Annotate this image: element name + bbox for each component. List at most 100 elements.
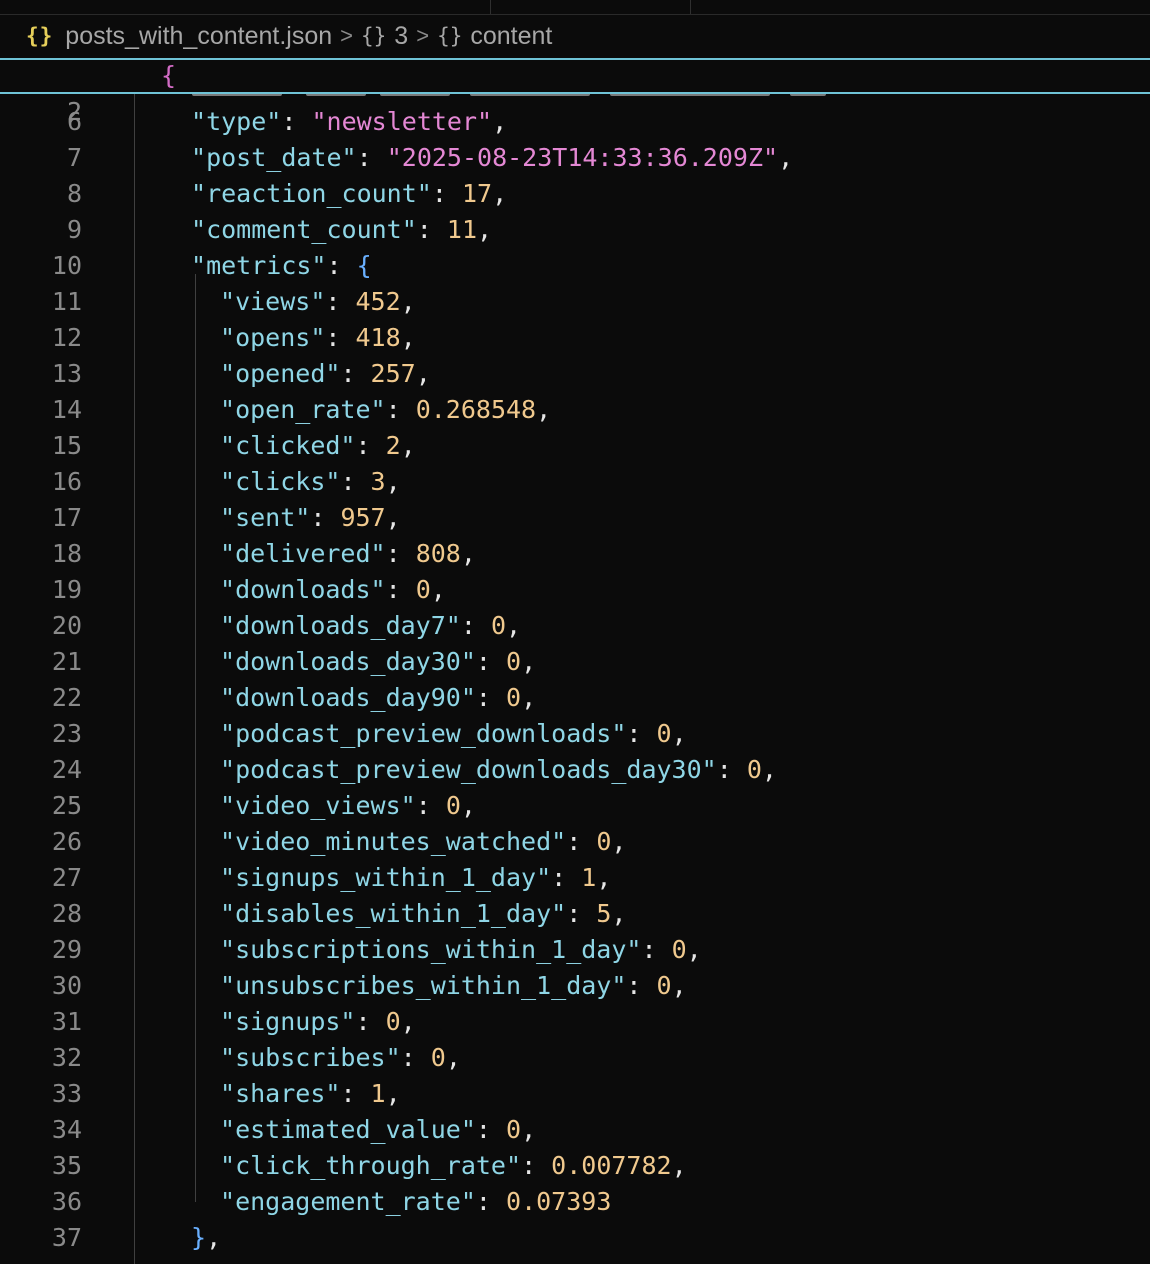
- quote: ": [191, 143, 207, 172]
- json-key: podcast_preview_downloads: [235, 719, 612, 748]
- code-line: 18 "delivered": 808,: [0, 536, 1150, 572]
- code-line: 14 "open_rate": 0.268548,: [0, 392, 1150, 428]
- quote: ": [220, 791, 236, 820]
- sticky-scroll-line[interactable]: 2 {: [0, 58, 1150, 126]
- breadcrumb-file[interactable]: posts_with_content.json: [65, 22, 332, 51]
- line-number: 22: [51, 683, 82, 712]
- line-number: 18: [51, 539, 82, 568]
- quote: ": [416, 179, 432, 208]
- json-number-value: 0: [385, 1007, 401, 1036]
- colon: :: [716, 755, 747, 784]
- code-line: 28 "disables_within_1_day": 5,: [0, 896, 1150, 932]
- code-line: 16 "clicks": 3,: [0, 464, 1150, 500]
- json-number-value: 257: [370, 359, 416, 388]
- quote: ": [220, 971, 236, 1000]
- json-key: delivered: [235, 539, 371, 568]
- quote: ": [220, 1079, 236, 1108]
- colon: :: [355, 1007, 386, 1036]
- colon: :: [415, 791, 446, 820]
- colon: :: [326, 251, 357, 280]
- json-number-value: 0: [746, 755, 762, 784]
- line-number: 32: [51, 1043, 82, 1072]
- comma: ,: [492, 107, 508, 136]
- quote: ": [477, 107, 493, 136]
- json-number-value: 0: [506, 1115, 522, 1144]
- code-text: "comment_count": 11,: [191, 212, 492, 248]
- comma: ,: [611, 899, 627, 928]
- json-number-value: 3: [370, 467, 386, 496]
- quote: ": [220, 899, 236, 928]
- quote: ": [191, 215, 207, 244]
- colon: :: [566, 899, 597, 928]
- colon: :: [340, 1079, 371, 1108]
- json-number-value: 957: [340, 503, 386, 532]
- line-number: 31: [51, 1007, 82, 1036]
- colon: :: [416, 215, 447, 244]
- quote: ": [401, 215, 417, 244]
- json-number-value: 0: [415, 575, 431, 604]
- comma: ,: [385, 1079, 401, 1108]
- code-text: "podcast_preview_downloads_day30": 0,: [220, 752, 777, 788]
- comma: ,: [460, 791, 476, 820]
- json-key: disables_within_1_day: [235, 899, 552, 928]
- line-number: 16: [51, 467, 82, 496]
- json-number-value: 0: [656, 971, 672, 1000]
- json-number-value: 0.007782: [551, 1151, 672, 1180]
- line-number: 24: [51, 755, 82, 784]
- breadcrumb-segment[interactable]: 3: [394, 22, 408, 51]
- quote: ": [701, 755, 717, 784]
- json-string-value: newsletter: [326, 107, 478, 136]
- tab-edge: [490, 0, 491, 14]
- json-key: podcast_preview_downloads_day30: [235, 755, 702, 784]
- json-number-value: 0: [656, 719, 672, 748]
- code-line: 22 "downloads_day90": 0,: [0, 680, 1150, 716]
- line-number: 23: [51, 719, 82, 748]
- code-text: "signups": 0,: [220, 1004, 416, 1040]
- quote: ": [220, 935, 236, 964]
- comma: ,: [596, 863, 612, 892]
- colon: :: [340, 467, 371, 496]
- code-line: 17 "sent": 957,: [0, 500, 1150, 536]
- line-number: 30: [51, 971, 82, 1000]
- json-number-value: 2: [385, 431, 401, 460]
- line-number: 35: [51, 1151, 82, 1180]
- code-editor[interactable]: 6 "type": "newsletter", 7 "post_date": "202…: [0, 94, 1150, 1264]
- code-text: "downloads_day30": 0,: [220, 644, 536, 680]
- comma: ,: [521, 647, 537, 676]
- quote: ": [536, 863, 552, 892]
- breadcrumb-segment[interactable]: content: [470, 22, 552, 51]
- code-text: "post_date": "2025-08-23T14:33:36.209Z",: [191, 140, 793, 176]
- code-text: "clicked": 2,: [220, 428, 416, 464]
- quote: ": [506, 1151, 522, 1180]
- comma: ,: [400, 323, 416, 352]
- code-line: 25 "video_views": 0,: [0, 788, 1150, 824]
- breadcrumb: {} posts_with_content.json > {} 3 > {} c…: [0, 14, 1150, 58]
- quote: ": [400, 791, 416, 820]
- comma: ,: [521, 683, 537, 712]
- quote: ": [220, 827, 236, 856]
- line-number: 27: [51, 863, 82, 892]
- quote: ": [445, 611, 461, 640]
- code-line: 21 "downloads_day30": 0,: [0, 644, 1150, 680]
- comma: ,: [671, 719, 687, 748]
- json-key: estimated_value: [235, 1115, 461, 1144]
- code-text: "metrics": {: [191, 248, 372, 284]
- quote: ": [460, 647, 476, 676]
- quote: ": [220, 1187, 236, 1216]
- code-text: },: [191, 1220, 221, 1256]
- quote: ": [385, 1043, 401, 1072]
- code-text: "delivered": 808,: [220, 536, 476, 572]
- code-line: 30 "unsubscribes_within_1_day": 0,: [0, 968, 1150, 1004]
- line-number: 2: [66, 97, 82, 126]
- json-key: downloads: [235, 575, 371, 604]
- json-number-value: 0: [506, 647, 522, 676]
- json-number-value: 0.268548: [415, 395, 537, 424]
- code-line: 8 "reaction_count": 17,: [0, 176, 1150, 212]
- colon: :: [385, 395, 416, 424]
- code-line: 23 "podcast_preview_downloads": 0,: [0, 716, 1150, 752]
- line-number: 20: [51, 611, 82, 640]
- json-key: signups_within_1_day: [235, 863, 537, 892]
- code-text: "open_rate": 0.268548,: [220, 392, 551, 428]
- tab-edge: [690, 0, 691, 14]
- colon: :: [355, 431, 386, 460]
